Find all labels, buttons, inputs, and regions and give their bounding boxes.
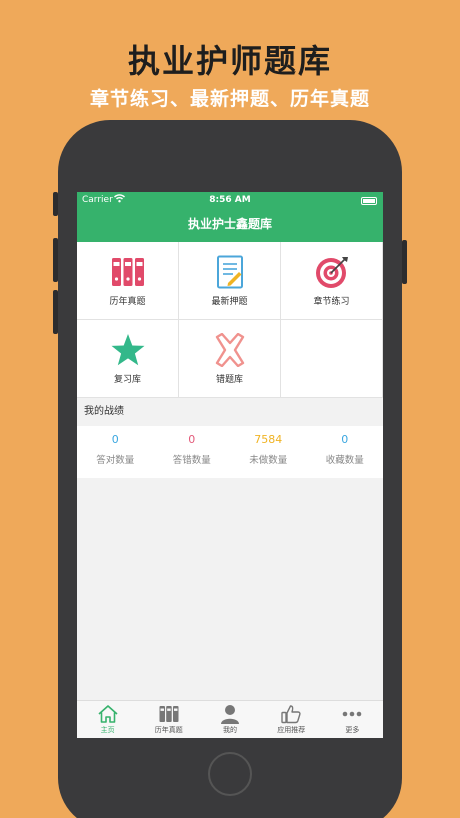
grid-item-empty bbox=[281, 320, 383, 398]
tab-home[interactable]: 主页 bbox=[77, 701, 138, 738]
grid-item-label: 章节练习 bbox=[313, 296, 350, 307]
stat-label: 未做数量 bbox=[249, 455, 288, 466]
tab-label: 应用推荐 bbox=[277, 726, 306, 734]
tab-label: 我的 bbox=[223, 726, 237, 734]
more-icon bbox=[343, 711, 362, 717]
grid-item-label: 历年真题 bbox=[109, 296, 146, 307]
app-title: 执业护士鑫题库 bbox=[187, 217, 272, 231]
home-button[interactable] bbox=[208, 752, 252, 796]
stat-value: 0 bbox=[188, 433, 196, 446]
grid-item-chapter-practice[interactable]: 章节练习 bbox=[281, 242, 383, 320]
stat-favorites[interactable]: 0 收藏数量 bbox=[307, 426, 384, 478]
grid-item-review-bank[interactable]: 复习库 bbox=[77, 320, 179, 398]
tab-past-exams[interactable]: 历年真题 bbox=[138, 701, 199, 738]
user-icon bbox=[221, 705, 239, 724]
stat-correct[interactable]: 0 答对数量 bbox=[77, 426, 154, 478]
binders-icon bbox=[159, 706, 179, 722]
stat-label: 答错数量 bbox=[172, 455, 211, 466]
grid-item-latest-questions[interactable]: 最新押题 bbox=[179, 242, 281, 320]
binders-icon bbox=[111, 257, 144, 286]
stat-undone[interactable]: 7584 未做数量 bbox=[230, 426, 307, 478]
stat-wrong[interactable]: 0 答错数量 bbox=[154, 426, 231, 478]
tab-mine[interactable]: 我的 bbox=[199, 701, 260, 738]
tab-label: 主页 bbox=[100, 726, 115, 734]
stat-value: 7584 bbox=[254, 433, 283, 446]
mute-switch bbox=[53, 192, 58, 216]
stats-panel: 0 答对数量 0 答错数量 7584 未做数量 0 收藏数量 bbox=[77, 426, 383, 478]
promo-subtitle: 章节练习、最新押题、历年真题 bbox=[89, 88, 370, 110]
phone-screen: Carrier 8:56 AM 执业护士鑫题库 历年真题 最新押题 章节练习 复… bbox=[77, 192, 383, 738]
grid-item-wrong-bank[interactable]: 错题库 bbox=[179, 320, 281, 398]
grid-item-past-exams[interactable]: 历年真题 bbox=[77, 242, 179, 320]
promo-title: 执业护师题库 bbox=[127, 42, 332, 80]
stat-label: 收藏数量 bbox=[325, 455, 364, 466]
feature-grid: 历年真题 最新押题 章节练习 复习库 错题库 bbox=[77, 242, 383, 398]
cross-icon bbox=[215, 332, 244, 367]
stat-value: 0 bbox=[341, 433, 349, 446]
tab-label: 历年真题 bbox=[154, 726, 183, 734]
volume-up-button bbox=[53, 238, 58, 282]
stat-label: 答对数量 bbox=[96, 455, 135, 466]
stat-value: 0 bbox=[111, 433, 119, 446]
power-button bbox=[402, 240, 407, 284]
section-title-my-record: 我的战绩 bbox=[77, 398, 383, 426]
grid-item-label: 错题库 bbox=[215, 374, 243, 385]
grid-item-label: 最新押题 bbox=[211, 296, 248, 307]
grid-item-label: 复习库 bbox=[113, 374, 141, 385]
document-icon bbox=[216, 255, 243, 288]
tab-more[interactable]: 更多 bbox=[322, 701, 383, 738]
volume-down-button bbox=[53, 290, 58, 334]
tab-bar: 主页 历年真题 我的 应用推荐 更多 bbox=[77, 700, 383, 738]
star-icon bbox=[111, 333, 144, 365]
thumbs-up-icon bbox=[281, 705, 301, 724]
tab-app-recommend[interactable]: 应用推荐 bbox=[261, 701, 322, 738]
target-icon bbox=[315, 256, 348, 288]
phone-frame: Carrier 8:56 AM 执业护士鑫题库 历年真题 最新押题 章节练习 复… bbox=[53, 120, 407, 818]
status-bar: Carrier 8:56 AM bbox=[77, 192, 383, 210]
nav-bar: 执业护士鑫题库 bbox=[77, 210, 383, 242]
battery-icon bbox=[361, 197, 377, 205]
status-time: 8:56 AM bbox=[209, 195, 251, 205]
tab-label: 更多 bbox=[345, 726, 360, 734]
home-icon bbox=[98, 705, 118, 723]
